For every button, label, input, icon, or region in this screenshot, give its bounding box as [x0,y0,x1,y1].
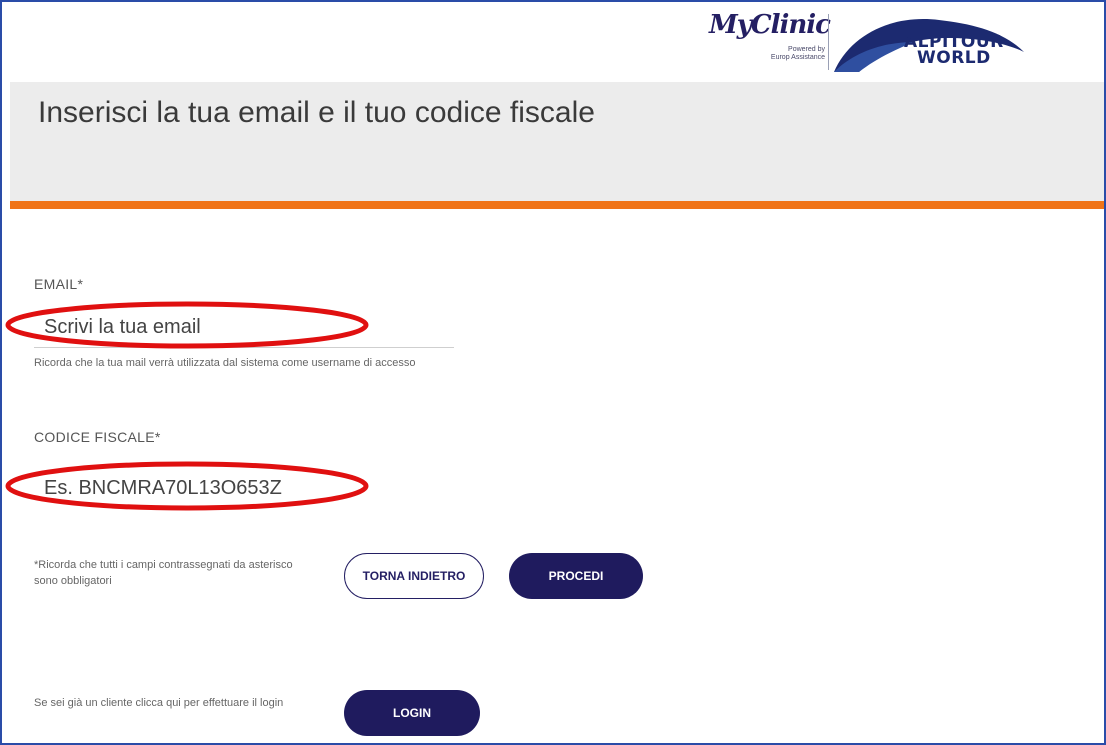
myclinic-powered-text: Powered by [788,46,825,53]
accent-bar [10,201,1104,209]
alpitour-logo-text: ALPITOUR WORLD [904,34,1004,68]
myclinic-logo-title: MyClinic [709,10,831,40]
alpitour-world-logo: ALPITOUR WORLD [834,12,1026,76]
myclinic-logo: MyClinic Powered by Europ Assistance [703,8,831,74]
page-header: Inserisci la tua email e il tuo codice f… [10,82,1104,201]
email-help-text: Ricorda che la tua mail verrà utilizzata… [34,357,416,369]
email-underline [34,347,454,348]
myclinic-logo-subtitle: Powered by Europ Assistance [761,46,825,62]
login-note: Se sei già un cliente clicca qui per eff… [34,697,284,709]
proceed-button[interactable]: PROCEDI [509,553,643,599]
myclinic-partner-text: Europ Assistance [770,54,825,61]
codice-fiscale-label: CODICE FISCALE* [34,429,161,445]
required-fields-note: *Ricorda che tutti i campi contrassegnat… [34,559,293,587]
codice-fiscale-input[interactable] [44,474,444,502]
back-button[interactable]: TORNA INDIETRO [344,553,484,599]
page-title: Inserisci la tua email e il tuo codice f… [38,96,595,129]
email-input[interactable] [44,313,444,341]
login-button[interactable]: LOGIN [344,690,480,736]
email-label: EMAIL* [34,276,84,292]
alpitour-line2: WORLD [916,48,991,68]
logo-divider [828,14,829,70]
